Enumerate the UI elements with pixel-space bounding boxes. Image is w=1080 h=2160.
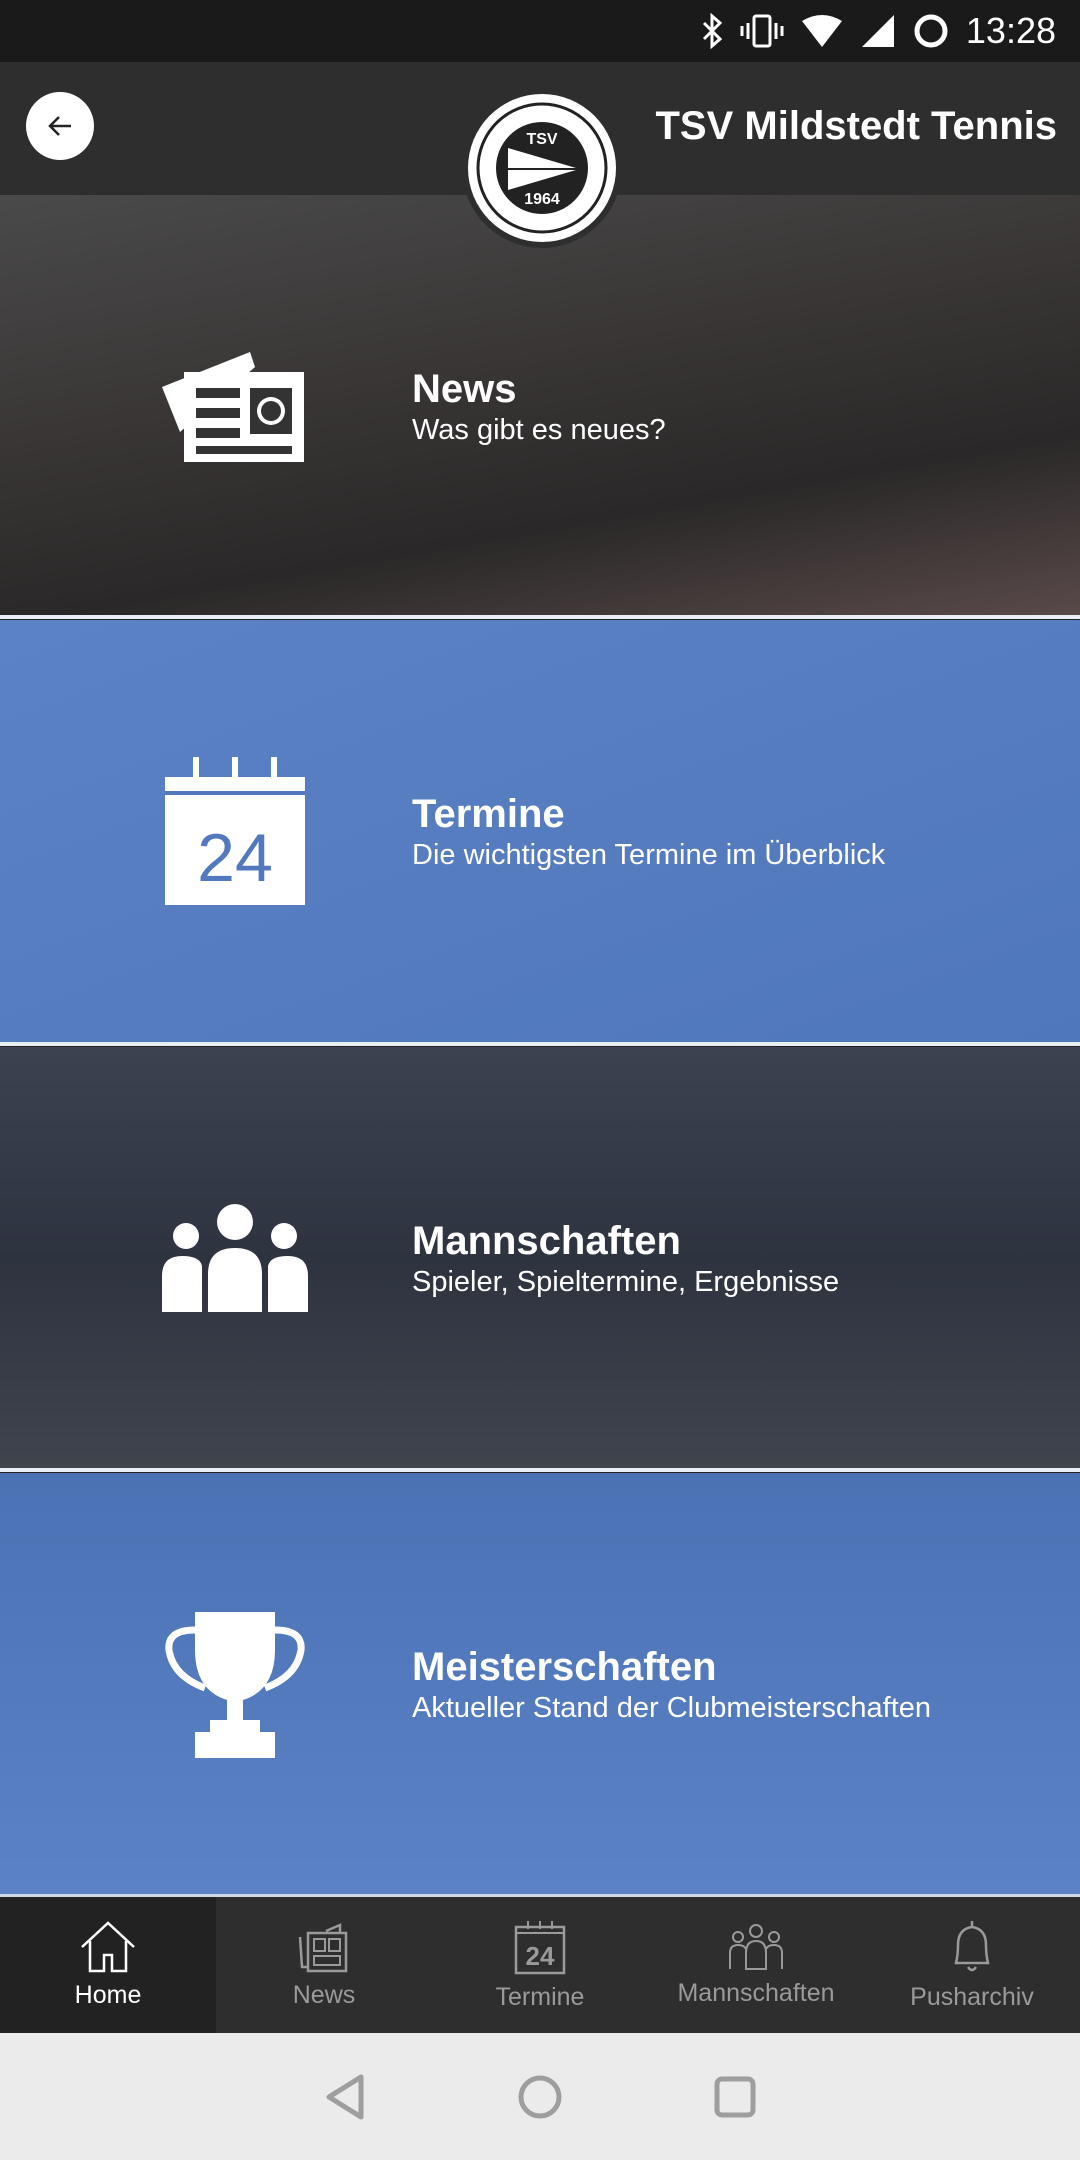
tile-subtitle: Was gibt es neues? xyxy=(412,413,666,446)
back-triangle-icon[interactable] xyxy=(323,2073,367,2121)
divider xyxy=(0,1468,1080,1472)
calendar-icon: 24 xyxy=(160,756,310,907)
nav-label: Termine xyxy=(495,1982,585,2011)
signal-icon xyxy=(861,15,894,47)
tile-subtitle: Aktueller Stand der Clubmeisterschaften xyxy=(412,1691,932,1724)
system-nav-bar xyxy=(0,2033,1080,2160)
home-circle-icon[interactable] xyxy=(517,2074,563,2120)
back-button[interactable] xyxy=(26,92,94,160)
svg-text:24: 24 xyxy=(197,820,273,896)
tile-title: News xyxy=(412,366,517,411)
nav-label: News xyxy=(292,1980,356,2009)
vibrate-icon xyxy=(740,14,784,48)
tile-title: Meisterschaften xyxy=(412,1644,717,1689)
nav-label: Pusharchiv xyxy=(910,1982,1034,2011)
bell-icon xyxy=(954,1920,990,1971)
svg-text:24: 24 xyxy=(526,1941,555,1971)
team-icon xyxy=(729,1923,783,1970)
tile-meisterschaften[interactable]: Meisterschaften Aktueller Stand der Clubm… xyxy=(0,1473,1080,1896)
tile-news[interactable]: News Was gibt es neues? xyxy=(0,195,1080,618)
arrow-left-icon xyxy=(48,116,71,136)
nav-mannschaften[interactable]: Mannschaften xyxy=(648,1897,864,2033)
club-logo: TSV 1964 xyxy=(468,94,616,242)
nav-termine[interactable]: 24 Termine xyxy=(432,1897,648,2033)
calendar-icon: 24 xyxy=(514,1920,566,1974)
wifi-icon xyxy=(801,15,842,47)
svg-text:TSV: TSV xyxy=(526,131,557,148)
nav-label: Mannschaften xyxy=(677,1978,835,2007)
trophy-icon xyxy=(160,1610,310,1760)
divider xyxy=(0,1042,1080,1046)
app-title: TSV Mildstedt Tennis xyxy=(655,104,1057,148)
tile-title: Termine xyxy=(412,791,565,836)
tile-mannschaften[interactable]: Mannschaften Spieler, Spieltermine, Ergeb… xyxy=(0,1047,1080,1470)
status-bar: 13:28 xyxy=(0,0,1080,62)
nav-news[interactable]: News xyxy=(216,1897,432,2033)
sync-icon xyxy=(914,14,948,48)
bluetooth-icon xyxy=(702,13,723,49)
bottom-nav: Home News 24 Termine Mannschaften Pushar… xyxy=(0,1897,1080,2033)
svg-text:1964: 1964 xyxy=(524,191,560,208)
tile-title: Mannschaften xyxy=(412,1218,681,1263)
newspaper-icon xyxy=(298,1922,348,1972)
nav-home[interactable]: Home xyxy=(0,1897,216,2033)
tile-termine[interactable]: 24 Termine Die wichtigsten Termine im Übe… xyxy=(0,620,1080,1043)
tile-subtitle: Spieler, Spieltermine, Ergebnisse xyxy=(412,1265,840,1298)
tile-subtitle: Die wichtigsten Termine im Überblick xyxy=(412,838,886,871)
team-icon xyxy=(160,1184,310,1334)
divider xyxy=(0,615,1080,619)
nav-label: Home xyxy=(74,1980,142,2009)
nav-pusharchiv[interactable]: Pusharchiv xyxy=(864,1897,1080,2033)
app-header: TSV 1964 TSV Mildstedt Tennis xyxy=(0,62,1080,242)
recents-square-icon[interactable] xyxy=(713,2075,757,2119)
home-icon xyxy=(81,1920,135,1972)
clock: 13:28 xyxy=(965,10,1056,51)
newspaper-icon xyxy=(160,332,310,482)
